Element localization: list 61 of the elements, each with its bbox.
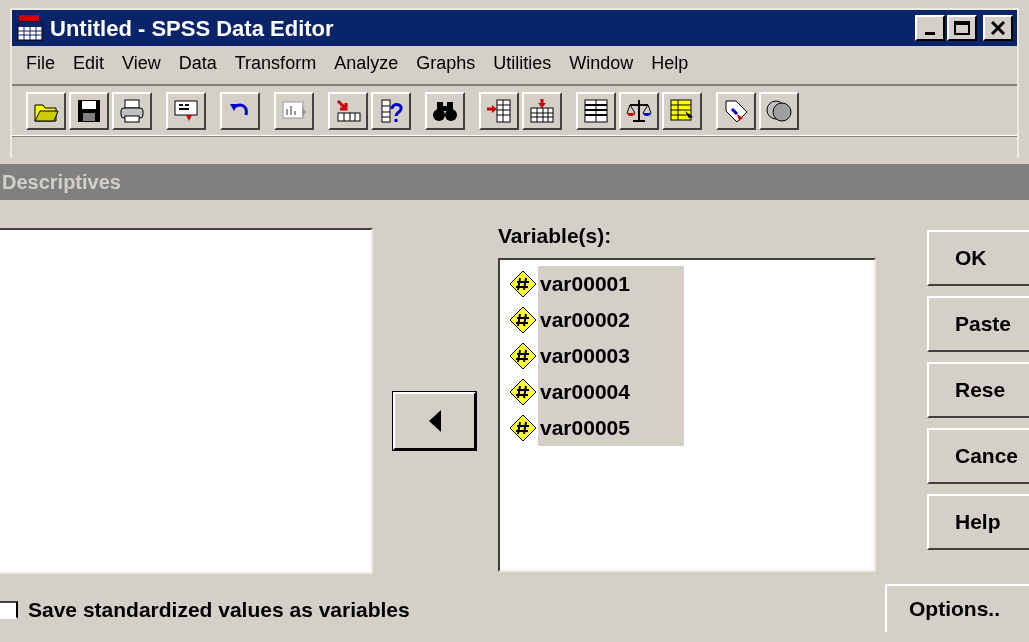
- menu-item[interactable]: Edit: [65, 49, 113, 77]
- numeric-variable-icon: [508, 341, 538, 371]
- menu-item[interactable]: File: [18, 49, 63, 77]
- dialog-button[interactable]: Cance: [927, 428, 1029, 484]
- window-title: Untitled - SPSS Data Editor: [50, 14, 334, 43]
- toolbar-button[interactable]: [166, 91, 206, 130]
- toolbar-button[interactable]: [716, 91, 756, 130]
- dialog-button[interactable]: Help: [927, 494, 1029, 550]
- menu-item[interactable]: Data: [170, 49, 225, 77]
- toolbar-button[interactable]: [220, 91, 260, 130]
- variable-item[interactable]: var00002: [538, 302, 684, 338]
- variable-item[interactable]: var00005: [538, 410, 684, 446]
- toolbar-button[interactable]: [425, 91, 465, 130]
- checkbox[interactable]: [0, 600, 18, 619]
- toolbar-button[interactable]: [522, 91, 562, 130]
- menu-item[interactable]: View: [114, 49, 169, 77]
- variable-item[interactable]: var00001: [538, 266, 684, 302]
- numeric-variable-icon: [508, 305, 538, 335]
- variables-list[interactable]: var00001 var00002 var00003 var00004 var00005: [498, 258, 876, 572]
- menu-item[interactable]: Analyze: [326, 49, 407, 77]
- dialog-button[interactable]: Rese: [927, 362, 1029, 418]
- maximize-button[interactable]: [947, 15, 977, 41]
- maximize-icon: [954, 21, 970, 35]
- variables-label: Variable(s):: [498, 223, 612, 249]
- menu-item[interactable]: Graphs: [408, 49, 484, 77]
- variable-item[interactable]: var00004: [538, 374, 684, 410]
- menu-item[interactable]: Window: [561, 49, 642, 77]
- move-button[interactable]: [393, 392, 476, 450]
- menu-item[interactable]: Utilities: [485, 49, 560, 77]
- close-button[interactable]: [983, 15, 1013, 41]
- minimize-icon: [925, 32, 935, 35]
- checkbox-label: Save standardized values as variables: [28, 597, 410, 623]
- toolbar-button[interactable]: [662, 91, 702, 130]
- numeric-variable-icon: [508, 269, 538, 299]
- options-button[interactable]: Options..: [885, 584, 1029, 632]
- toolbar-button[interactable]: [619, 91, 659, 130]
- numeric-variable-icon: [508, 413, 538, 443]
- printer-icon: [118, 96, 146, 125]
- insert-case-icon: [485, 96, 513, 125]
- toolbar-button[interactable]: [371, 91, 411, 130]
- toolbar-button[interactable]: [328, 91, 368, 130]
- left-arrow-icon: [427, 410, 442, 432]
- toolbar-button[interactable]: [479, 91, 519, 130]
- toolbar-button[interactable]: [69, 91, 109, 130]
- toolbar-button[interactable]: [112, 91, 152, 130]
- toolbar-button[interactable]: [274, 91, 314, 130]
- insert-variable-icon: [528, 96, 556, 125]
- variable-item[interactable]: var00003: [538, 338, 684, 374]
- toolbar-button[interactable]: [576, 91, 616, 130]
- toolbar-button[interactable]: [759, 91, 799, 130]
- numeric-variable-icon: [508, 377, 538, 407]
- toolbar-button[interactable]: [26, 91, 66, 130]
- close-icon: [991, 21, 1005, 35]
- menu-item[interactable]: Transform: [226, 49, 325, 77]
- dialog-button[interactable]: Paste: [927, 296, 1029, 352]
- dialog-title: Descriptives: [2, 170, 121, 195]
- split-table-icon: [582, 96, 610, 125]
- menu-item[interactable]: Help: [643, 49, 697, 77]
- spreadsheet-icon: [16, 14, 44, 42]
- minimize-button[interactable]: [915, 15, 945, 41]
- dialog-button[interactable]: OK: [927, 230, 1029, 286]
